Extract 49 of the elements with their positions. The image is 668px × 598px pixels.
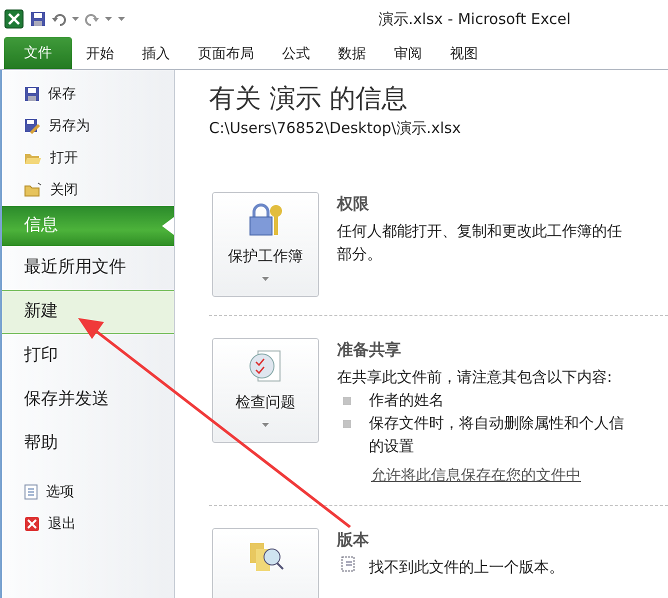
menu-command[interactable]: 另存为 (2, 110, 174, 142)
save-icon[interactable] (30, 11, 46, 27)
window-title: 演示.xlsx - Microsoft Excel (377, 8, 572, 30)
sidebar-tab[interactable]: 最近所用文件 (2, 246, 174, 290)
section-text: 找不到此文件的上一个版本。 (369, 556, 564, 578)
page-heading: 有关 演示 的信息 (209, 84, 409, 116)
checklist-document-icon (248, 348, 284, 383)
sidebar-tab[interactable]: 保存并发送 (2, 378, 174, 422)
folder-icon (24, 182, 42, 198)
link[interactable]: 允许将此信息保存在您的文件中 (371, 464, 581, 486)
sidebar-tab[interactable]: 帮助 (2, 422, 174, 466)
caret-icon (105, 17, 112, 21)
dropdown-button[interactable]: 检查问题 (212, 338, 319, 443)
customize-toolbar-icon (118, 17, 125, 21)
ribbon-tab[interactable]: 页面布局 (184, 39, 268, 69)
lock-key-icon (248, 202, 284, 237)
section-heading: 准备共享 (337, 338, 402, 361)
close-icon (24, 516, 40, 532)
bullet-text: 作者的姓名 (369, 390, 444, 411)
section-heading: 权限 (337, 192, 370, 215)
ribbon-tab[interactable]: 数据 (324, 39, 380, 69)
bullet-text: 保存文件时，将自动删除属性和个人信 的设置 (369, 412, 624, 457)
ribbon-tab[interactable]: 文件 (4, 37, 72, 69)
bullet-icon (343, 396, 351, 405)
menu-command[interactable]: 打开 (2, 142, 174, 174)
menu-command[interactable]: 保存 (2, 78, 174, 110)
section-text: 在共享此文件前，请注意其包含以下内容: (337, 366, 614, 388)
menu-command[interactable]: 关闭 (2, 174, 174, 206)
ribbon-tab[interactable]: 视图 (436, 39, 492, 69)
section-heading: 版本 (337, 528, 370, 551)
menu-command[interactable]: 退出 (2, 508, 174, 540)
excel-logo-icon (4, 9, 24, 29)
sidebar-tab[interactable]: 打印 (2, 334, 174, 378)
undo-icon[interactable] (52, 12, 66, 26)
sidebar-tab[interactable]: 新建 (2, 290, 174, 334)
bullet-icon (343, 420, 351, 428)
redo-icon[interactable] (85, 12, 99, 26)
ribbon-tab[interactable]: 开始 (72, 39, 128, 69)
ribbon-tab[interactable]: 插入 (128, 39, 184, 69)
caret-icon (262, 423, 269, 428)
ribbon-tab[interactable]: 公式 (268, 39, 324, 69)
document-icon (24, 484, 38, 500)
section-text: 任何人都能打开、复制和更改此工作簿的任 部分。 (337, 220, 622, 265)
menu-command[interactable]: 选项 (2, 476, 174, 508)
file-path: C:\Users\76852\Desktop\演示.xlsx (209, 118, 462, 140)
caret-icon (72, 17, 79, 21)
ribbon-tab[interactable]: 审阅 (380, 39, 436, 69)
caret-icon (262, 277, 269, 282)
dropdown-button[interactable]: 保护工作簿 (212, 192, 319, 297)
